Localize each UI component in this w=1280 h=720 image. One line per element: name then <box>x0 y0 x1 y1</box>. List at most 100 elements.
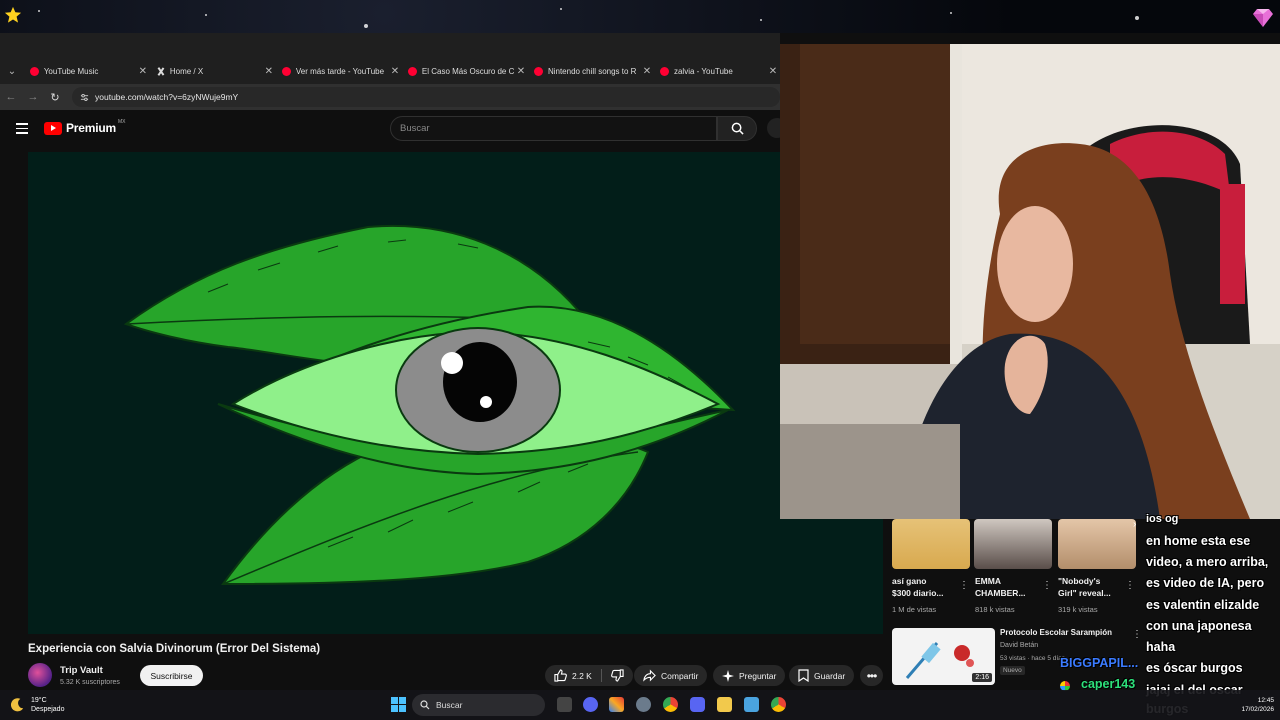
short-thumbnail[interactable] <box>974 519 1052 569</box>
ask-button[interactable]: Preguntar <box>713 665 786 686</box>
task-view-icon[interactable] <box>557 697 572 712</box>
site-info-icon[interactable] <box>80 93 89 102</box>
youtube-play-logo-icon <box>44 121 62 135</box>
copilot-icon[interactable] <box>609 697 624 712</box>
tab-zalvia[interactable]: zalvia - YouTube ✕ <box>654 58 780 84</box>
channel-avatar[interactable] <box>28 663 52 687</box>
webcam-scene <box>780 44 1280 519</box>
recommended-meta: 53 vistas · hace 5 días <box>1000 655 1066 662</box>
salvia-eye-leaf-artwork <box>28 152 883 634</box>
youtube-icon <box>407 66 417 76</box>
short-views: 319 k vistas <box>1058 605 1098 614</box>
logo-country-code: MX <box>117 119 126 125</box>
forward-arrow-icon[interactable]: → <box>22 84 44 110</box>
chat-username: BIGGPAPIL... <box>1060 656 1139 670</box>
youtube-music-icon <box>29 66 39 76</box>
gem-icon <box>1253 9 1273 27</box>
short-views: 1 M de vistas <box>892 605 937 614</box>
short-title[interactable]: así gano $300 diario... <box>892 575 944 599</box>
tab-label: YouTube Music <box>43 66 99 76</box>
subscribe-button[interactable]: Suscribirse <box>140 665 203 686</box>
browser-titlebar <box>0 33 780 58</box>
more-vertical-icon[interactable]: ⋮ <box>1042 580 1052 591</box>
chevron-right-icon[interactable]: › <box>1133 519 1136 530</box>
chat-message-line: es óscar burgos <box>1146 661 1243 675</box>
tab-youtube-music[interactable]: YouTube Music ✕ <box>24 58 150 84</box>
share-button[interactable]: Compartir <box>634 665 708 686</box>
search-button[interactable] <box>717 116 757 141</box>
search-placeholder: Buscar <box>400 123 430 134</box>
bookmark-icon <box>798 669 809 682</box>
video-player[interactable] <box>28 152 883 634</box>
chrome-icon[interactable] <box>663 697 678 712</box>
voice-search-mic-icon[interactable] <box>767 118 780 138</box>
sparkle <box>950 12 952 14</box>
short-views: 818 k vistas <box>975 605 1015 614</box>
short-title[interactable]: EMMA CHAMBER... <box>975 575 1026 599</box>
tab-close-icon[interactable]: ✕ <box>388 66 402 77</box>
x-logo-icon <box>156 67 165 76</box>
reload-icon[interactable]: ↻ <box>44 84 66 110</box>
more-vertical-icon[interactable]: ⋮ <box>959 580 969 591</box>
more-vertical-icon[interactable]: ⋮ <box>1125 580 1135 591</box>
tab-close-icon[interactable]: ✕ <box>514 66 528 77</box>
tab-watch-later[interactable]: Ver más tarde - YouTube ✕ <box>276 58 402 84</box>
tab-home-x[interactable]: Home / X ✕ <box>150 58 276 84</box>
thumbs-down-icon[interactable] <box>610 669 624 682</box>
recommended-channel[interactable]: David Betán <box>1000 642 1038 649</box>
taskbar-search-input[interactable]: Buscar <box>412 694 545 716</box>
temperature: 19°C <box>31 697 47 704</box>
clock-time: 12:45 <box>1257 697 1274 704</box>
search-input[interactable]: Buscar <box>390 116 717 141</box>
file-explorer-icon[interactable] <box>717 697 732 712</box>
short-thumbnail[interactable] <box>1058 519 1136 569</box>
moon-weather-icon[interactable] <box>10 697 25 712</box>
discord-icon[interactable] <box>690 697 705 712</box>
tab-close-icon[interactable]: ✕ <box>766 66 780 77</box>
hamburger-menu-icon[interactable] <box>16 123 28 134</box>
tab-close-icon[interactable]: ✕ <box>262 66 276 77</box>
chrome-icon[interactable] <box>771 697 786 712</box>
tab-nintendo-chill[interactable]: Nintendo chill songs to R ✕ <box>528 58 654 84</box>
tab-label: Ver más tarde - YouTube <box>295 66 385 76</box>
tab-close-icon[interactable]: ✕ <box>640 66 654 77</box>
tab-label: Nintendo chill songs to R <box>547 66 637 76</box>
chat-username: caper143 <box>1081 677 1136 691</box>
share-label: Compartir <box>661 670 699 681</box>
video-thumbnail[interactable]: 2:16 <box>892 628 995 685</box>
like-divider <box>600 669 602 682</box>
youtube-premium-logo[interactable]: Premium MX <box>44 119 126 135</box>
chat-message-line: es video de IA, pero <box>1146 576 1265 590</box>
chat-message-line: con una japonesa <box>1146 619 1252 633</box>
sparkle <box>760 19 762 21</box>
tab-close-icon[interactable]: ✕ <box>136 66 150 77</box>
sparkle <box>1135 16 1139 20</box>
screen: ⌄ YouTube Music ✕ Home / X ✕ Ver más tar… <box>0 0 1280 720</box>
url-field[interactable]: youtube.com/watch?v=6zyNWuje9mY <box>72 87 780 107</box>
short-thumbnail[interactable] <box>892 519 970 569</box>
youtube-icon <box>659 66 669 76</box>
channel-name[interactable]: Trip Vault <box>60 665 103 676</box>
like-button[interactable]: 2.2 K <box>545 665 633 686</box>
sparkle <box>205 14 207 16</box>
mail-app-icon[interactable] <box>744 697 759 712</box>
address-toolbar: ← → ↻ youtube.com/watch?v=6zyNWuje9mY <box>0 84 780 110</box>
system-clock[interactable]: 12:45 17/02/2026 <box>1241 696 1274 714</box>
tab-caso-oscuro[interactable]: El Caso Más Oscuro de C ✕ <box>402 58 528 84</box>
sparkle <box>38 10 40 12</box>
back-arrow-icon[interactable]: ← <box>0 84 22 110</box>
more-actions-button[interactable]: ••• <box>860 665 883 686</box>
tab-search-dropdown[interactable]: ⌄ <box>0 58 24 84</box>
windows-start-icon[interactable] <box>391 697 406 712</box>
settings-gear-icon[interactable] <box>636 697 651 712</box>
stream-chat-overlay: ios og en home esta ese video, a mero ar… <box>1140 512 1280 720</box>
video-app-icon[interactable] <box>583 697 598 712</box>
chat-message-line: haha <box>1146 640 1176 654</box>
save-button[interactable]: Guardar <box>789 665 855 686</box>
short-title[interactable]: "Nobody's Girl" reveal... <box>1058 575 1111 599</box>
youtube-header: Premium MX Buscar <box>0 110 780 148</box>
thumbs-up-icon <box>554 669 567 682</box>
url-text: youtube.com/watch?v=6zyNWuje9mY <box>95 92 239 102</box>
recommended-video-title[interactable]: Protocolo Escolar Sarampión <box>1000 628 1112 637</box>
tab-label: El Caso Más Oscuro de C <box>421 66 514 76</box>
